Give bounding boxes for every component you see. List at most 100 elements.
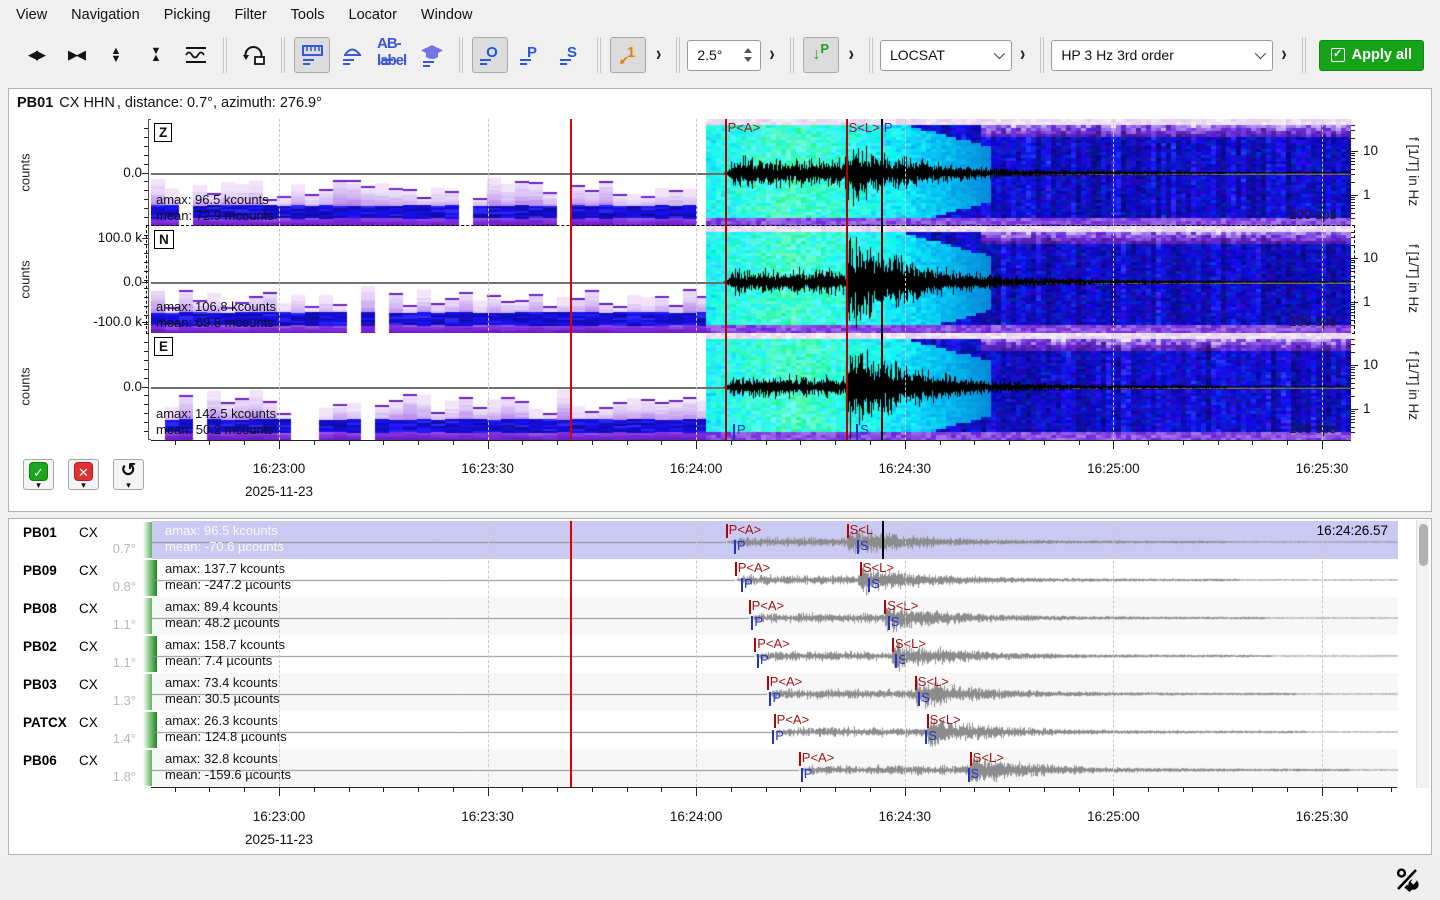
row-trace-area[interactable]	[152, 559, 1398, 597]
s-pick-marker[interactable]	[846, 119, 848, 440]
align-s-button[interactable]: S	[552, 37, 588, 73]
distance-spinbox[interactable]: 2.5°	[687, 40, 761, 71]
undo-pick-button[interactable]	[236, 37, 272, 73]
row-s-pick[interactable]	[892, 638, 894, 652]
spin-up-icon[interactable]	[744, 48, 752, 53]
menu-item-window[interactable]: Window	[409, 3, 485, 27]
row-mean: mean: 48.2 µcounts	[165, 615, 279, 631]
row-pick-cursor[interactable]	[882, 521, 884, 559]
reject-pick-button[interactable]: ✕ ▾	[68, 459, 99, 490]
freq-minor-tick	[1351, 383, 1355, 384]
amplitude-scale-button[interactable]	[178, 37, 214, 73]
freq-axis-title: f [1/T] in Hz	[1406, 350, 1421, 419]
menu-item-filter[interactable]: Filter	[222, 3, 278, 27]
freq-minor-tick	[1351, 271, 1355, 272]
spinbox-arrows[interactable]	[740, 48, 760, 62]
station-row-PB01[interactable]: PB01CX0.7°amax: 96.5 kcountsmean: -70.6 …	[10, 521, 1400, 559]
menu-bar: ViewNavigationPickingFilterToolsLocatorW…	[0, 0, 1440, 30]
row-s-pick-label: S<L>	[973, 750, 1004, 765]
menu-item-locator[interactable]: Locator	[337, 3, 409, 27]
teacher-mode-button[interactable]	[414, 37, 450, 73]
row-theo-p-label: P	[775, 728, 784, 743]
station-row-PB09[interactable]: PB09CX0.8°amax: 137.7 kcountsmean: -247.…	[10, 559, 1400, 597]
freq-minor-tick	[1351, 161, 1355, 162]
toolbar-overflow-chevron[interactable]: ›	[1020, 43, 1025, 67]
row-p-pick[interactable]	[754, 638, 756, 652]
p-underline	[520, 57, 531, 65]
row-p-pick[interactable]	[749, 600, 751, 614]
rename-phase-button[interactable]: AB-label	[374, 37, 410, 73]
time-tick-label: 16:25:00	[1087, 461, 1140, 476]
row-p-pick[interactable]	[726, 524, 728, 538]
confirm-pick-button[interactable]: ✓ ▾	[23, 459, 54, 490]
station-row-PATCX[interactable]: PATCXCX1.4°amax: 26.3 kcountsmean: 124.8…	[10, 711, 1400, 749]
toolbar-overflow-chevron[interactable]: ›	[769, 43, 774, 67]
revert-pick-button[interactable]: ↺ ▾	[113, 459, 144, 490]
minor-tick	[800, 787, 801, 792]
align-p-button[interactable]: P	[512, 37, 548, 73]
pick-cursor-line[interactable]	[881, 119, 883, 440]
row-p-pick[interactable]	[774, 714, 776, 728]
row-trace-area[interactable]	[152, 521, 1398, 559]
trace-E[interactable]	[151, 333, 1351, 440]
scrollbar-thumb[interactable]	[1419, 524, 1428, 566]
row-p-pick[interactable]	[735, 562, 737, 576]
align-origin-button[interactable]: O	[472, 37, 508, 73]
trace-N[interactable]	[151, 226, 1351, 333]
locator-select[interactable]: LOCSAT	[880, 40, 1012, 71]
expand-horizontal-button[interactable]: ◀▶	[18, 37, 54, 73]
station-row-PB08[interactable]: PB08CX1.1°amax: 89.4 kcountsmean: 48.2 µ…	[10, 597, 1400, 635]
row-s-pick[interactable]	[860, 562, 862, 576]
toolbar-overflow-chevron[interactable]: ›	[849, 43, 854, 67]
minor-tick	[940, 787, 941, 792]
minor-tick	[1391, 787, 1392, 792]
collapse-vertical-button[interactable]: ▼▲	[138, 37, 174, 73]
trace-Z[interactable]	[151, 119, 1351, 226]
filter-config-icon[interactable]	[1395, 866, 1422, 893]
menu-item-tools[interactable]: Tools	[279, 3, 337, 27]
menu-item-navigation[interactable]: Navigation	[59, 3, 152, 27]
station-row-PB02[interactable]: PB02CX1.1°amax: 158.7 kcountsmean: 7.4 µ…	[10, 635, 1400, 673]
freq-minor-tick	[1351, 169, 1355, 170]
vertical-scrollbar[interactable]	[1416, 520, 1429, 788]
row-trace-PB09[interactable]	[152, 559, 1398, 597]
row-p-pick[interactable]	[799, 752, 801, 766]
apply-all-label: Apply all	[1352, 47, 1412, 63]
station-row-PB06[interactable]: PB06CX1.8°amax: 32.8 kcountsmean: -159.6…	[10, 749, 1400, 787]
toolbar-overflow-chevron[interactable]: ›	[1281, 43, 1286, 67]
single-trace-button[interactable]: 1	[610, 37, 646, 73]
expand-vertical-button[interactable]: ▲▼	[98, 37, 134, 73]
toolbar-overflow-chevron[interactable]: ›	[656, 43, 661, 67]
row-amax: amax: 158.7 kcounts	[165, 637, 285, 653]
angle-tool-button[interactable]	[334, 37, 370, 73]
row-s-pick[interactable]	[884, 600, 886, 614]
row-s-pick[interactable]	[915, 676, 917, 690]
menu-item-view[interactable]: View	[4, 3, 59, 27]
row-s-pick[interactable]	[970, 752, 972, 766]
collapse-horizontal-button[interactable]: ▶◀	[58, 37, 94, 73]
row-network-code: CX	[79, 525, 98, 540]
row-trace-PB01[interactable]	[152, 521, 1398, 559]
toolbar-separator	[790, 37, 794, 73]
spin-down-icon[interactable]	[744, 57, 752, 62]
menu-item-picking[interactable]: Picking	[152, 3, 223, 27]
freq-minor-tick	[1351, 205, 1355, 206]
filter-select[interactable]: HP 3 Hz 3rd order	[1051, 40, 1273, 71]
origin-underline	[480, 57, 491, 65]
row-trace-PB06[interactable]	[152, 749, 1398, 787]
station-row-PB03[interactable]: PB03CX1.3°amax: 73.4 kcountsmean: 30.5 µ…	[10, 673, 1400, 711]
row-distance: 1.3°	[70, 693, 136, 708]
row-s-pick[interactable]	[927, 714, 929, 728]
pick-phase-button[interactable]: ↓P	[803, 37, 839, 73]
y-minor-tick	[144, 360, 148, 361]
row-theo-s-label: S	[891, 614, 900, 629]
apply-all-button[interactable]: ✓ Apply all	[1319, 40, 1424, 71]
freq-minor-tick	[1351, 130, 1355, 131]
row-p-pick-label: P<A>	[770, 674, 803, 689]
p-pick-marker[interactable]	[725, 119, 727, 440]
row-p-pick[interactable]	[767, 676, 769, 690]
major-tick	[905, 787, 906, 796]
ruler-tool-button[interactable]	[294, 37, 330, 73]
row-s-pick[interactable]	[847, 524, 849, 538]
row-trace-area[interactable]	[152, 749, 1398, 787]
